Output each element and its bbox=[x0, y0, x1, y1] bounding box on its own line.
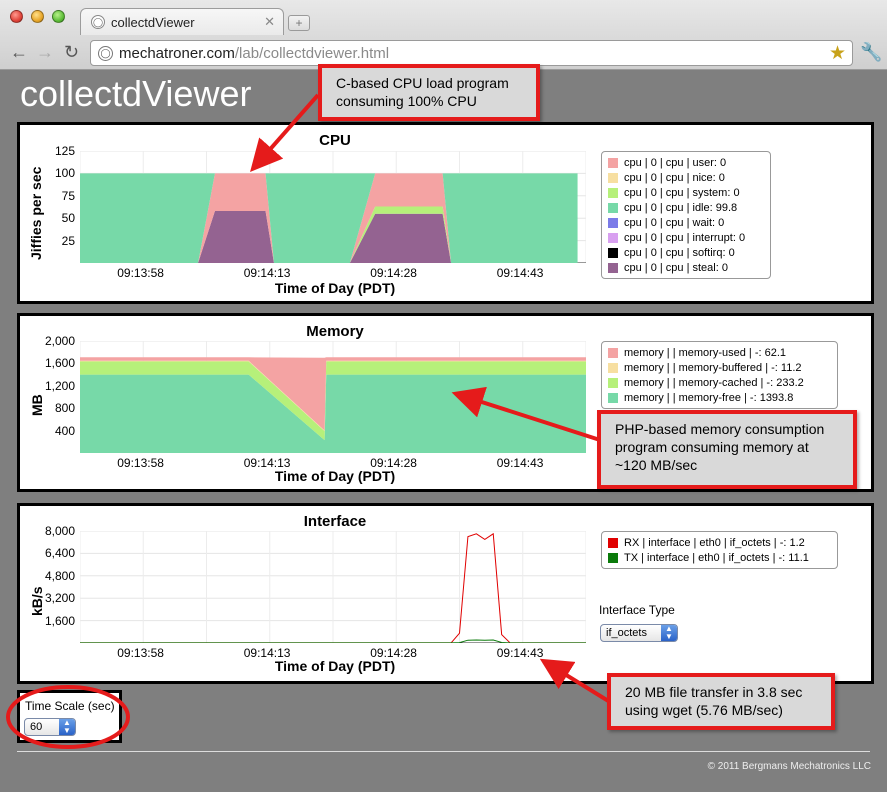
time-scale-highlight-circle bbox=[6, 685, 130, 749]
memory-callout-arrow bbox=[451, 386, 601, 442]
memory-callout: PHP-based memory consumption program con… bbox=[597, 410, 857, 489]
network-callout-arrow bbox=[539, 658, 612, 704]
network-callout: 20 MB file transfer in 3.8 sec using wge… bbox=[607, 673, 835, 730]
cpu-callout: C-based CPU load program consuming 100% … bbox=[318, 64, 540, 121]
cpu-callout-arrow bbox=[250, 93, 320, 172]
footer-copyright: © 2011 Bergmans Mechatronics LLC bbox=[707, 761, 871, 772]
footer-divider bbox=[17, 751, 870, 752]
